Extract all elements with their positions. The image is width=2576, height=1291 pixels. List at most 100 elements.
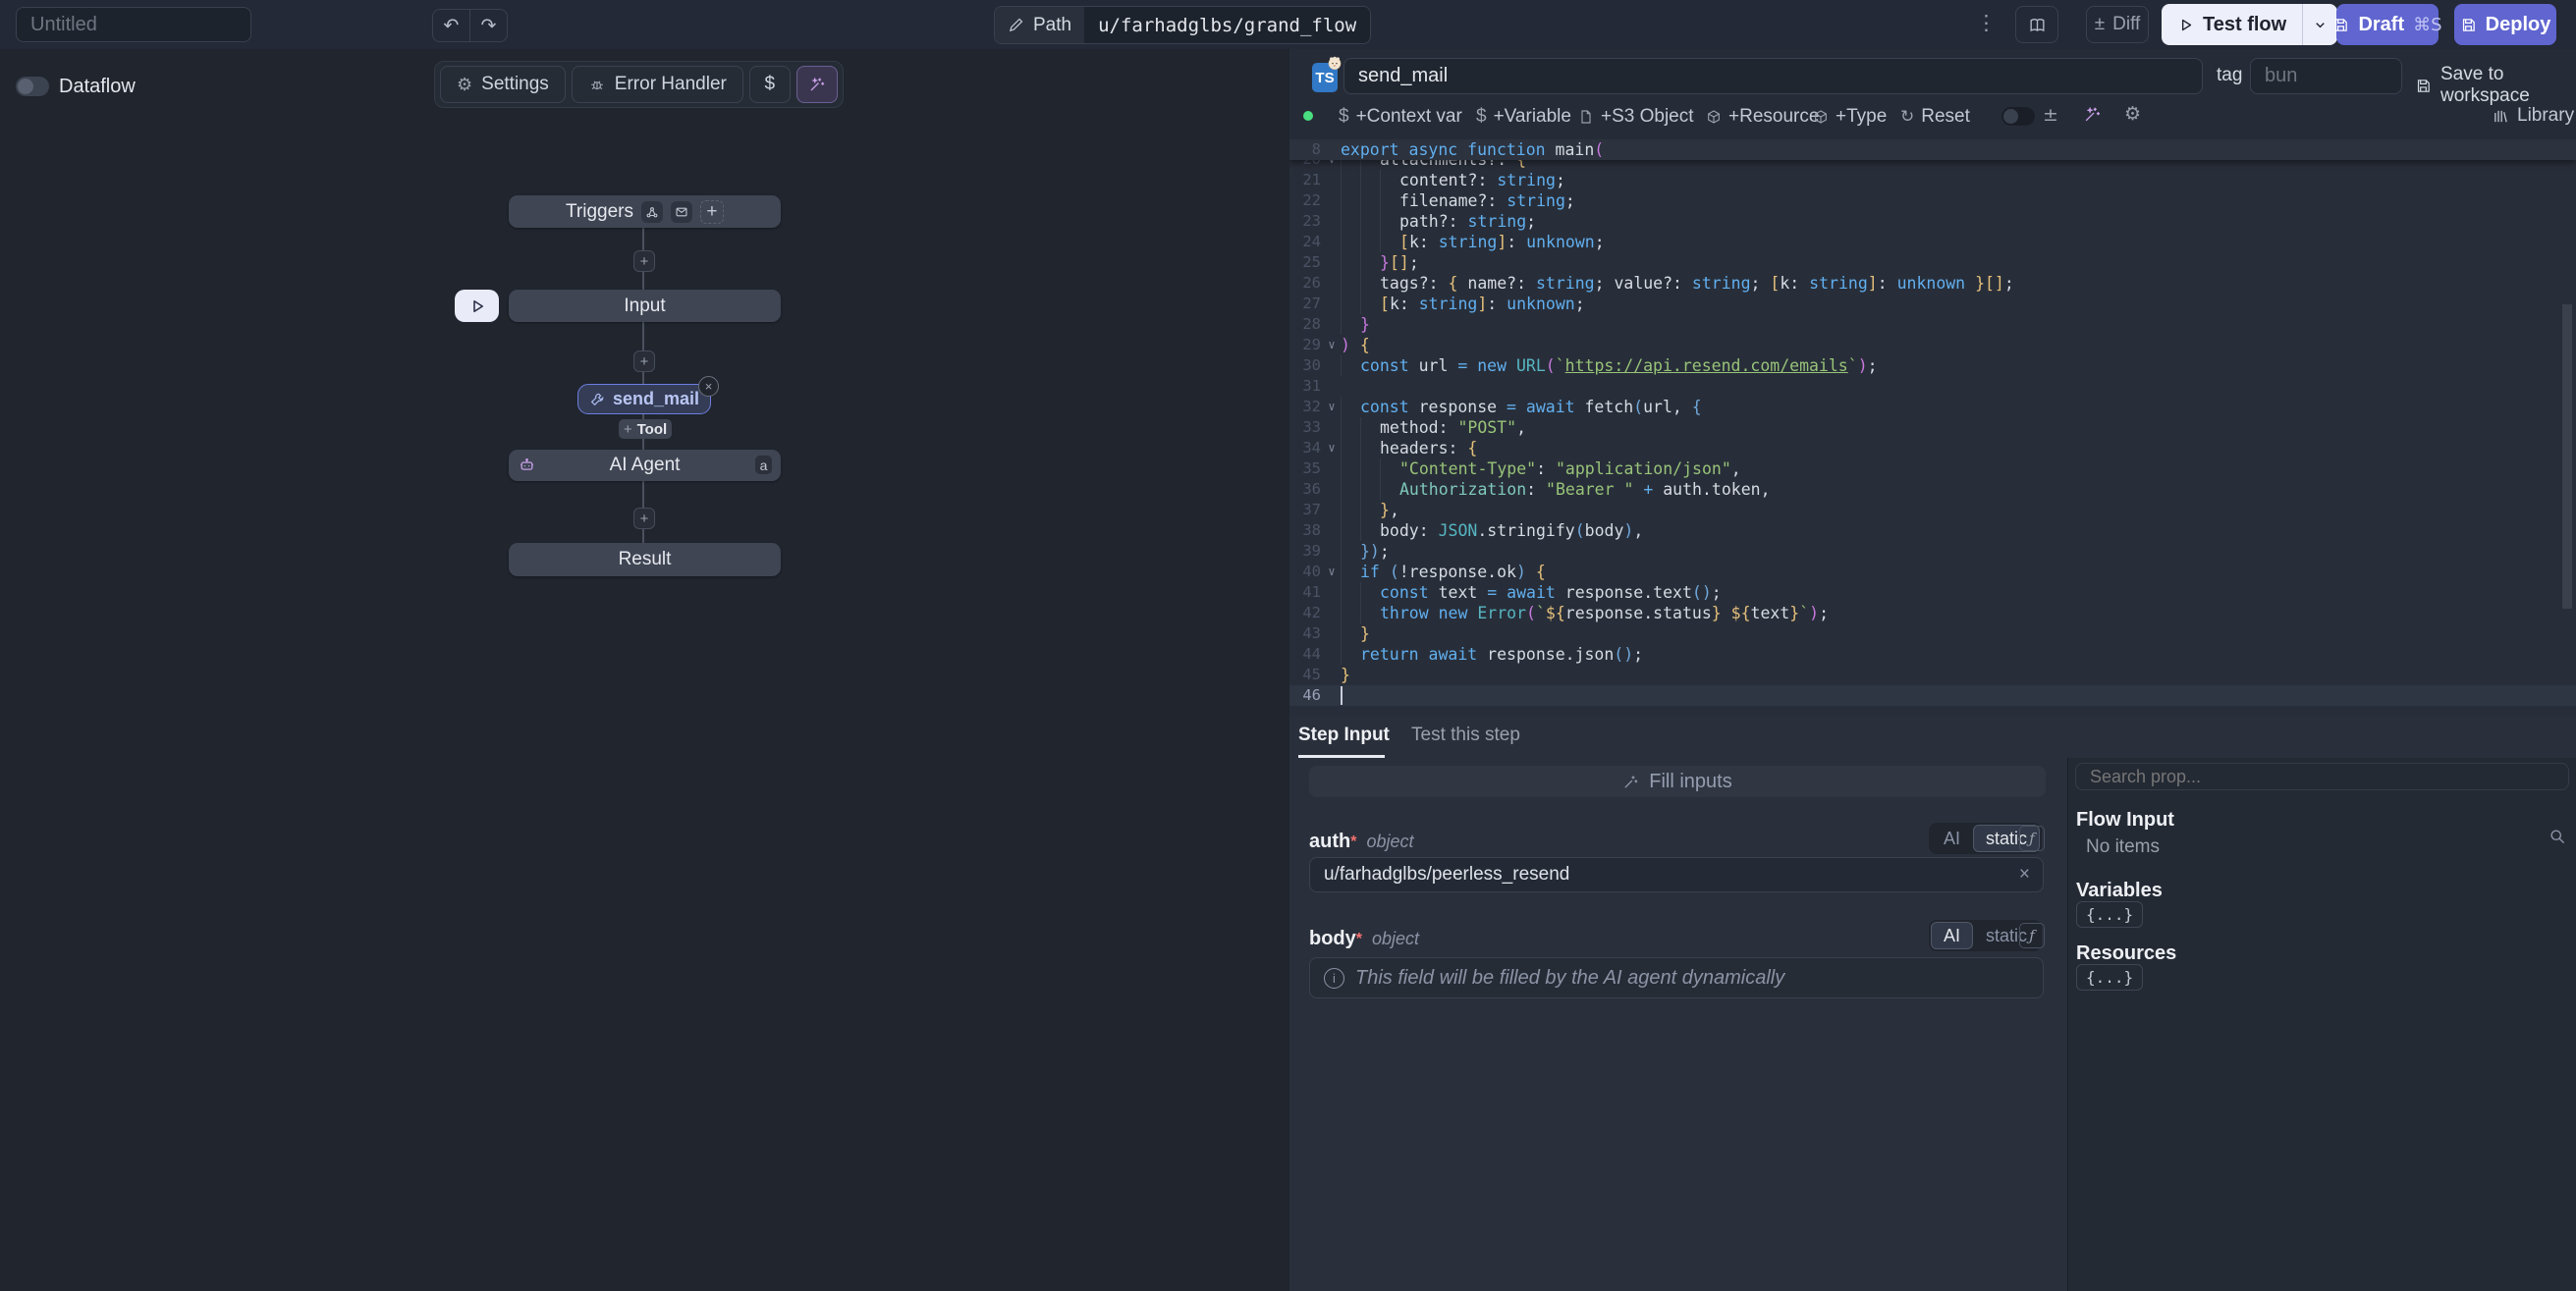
path-value: u/farhadglbs/grand_flow bbox=[1084, 7, 1370, 43]
deploy-button[interactable]: Deploy bbox=[2454, 4, 2556, 45]
insert-step-button-1[interactable]: + bbox=[633, 250, 655, 272]
ai-assistant-button[interactable] bbox=[796, 66, 838, 103]
code-line-32[interactable]: 32∨const response = await fetch(url, { bbox=[1289, 397, 2576, 417]
flow-editor-app: ↶ ↷ Path u/farhadglbs/grand_flow ⋮ ± Dif… bbox=[0, 0, 2576, 1291]
flow-canvas[interactable]: Dataflow ⚙ Settings Error Handler $ Trig… bbox=[0, 49, 1288, 1291]
code-line-27[interactable]: 27[k: string]: unknown; bbox=[1289, 294, 2576, 314]
tag-input[interactable] bbox=[2250, 58, 2402, 94]
code-line-31[interactable]: 31 bbox=[1289, 376, 2576, 397]
webhook-trigger-button[interactable] bbox=[641, 201, 663, 223]
triggers-node[interactable]: Triggers + bbox=[509, 195, 781, 228]
code-line-35[interactable]: 35"Content-Type": "application/json", bbox=[1289, 458, 2576, 479]
code-line-8[interactable]: 8export async function main( bbox=[1289, 139, 2576, 160]
code-line-37[interactable]: 37}, bbox=[1289, 500, 2576, 520]
code-line-24[interactable]: 24[k: string]: unknown; bbox=[1289, 232, 2576, 252]
code-line-23[interactable]: 23path?: string; bbox=[1289, 211, 2576, 232]
action-label: +Variable bbox=[1494, 106, 1571, 128]
insert-step-button-3[interactable]: + bbox=[633, 508, 655, 529]
line-number: 22 bbox=[1289, 190, 1321, 211]
search-prop-input[interactable] bbox=[2075, 763, 2569, 790]
docs-button[interactable] bbox=[2015, 6, 2058, 43]
wrench-icon bbox=[589, 392, 605, 407]
clear-auth-button[interactable]: × bbox=[2019, 864, 2030, 886]
add-tool-button[interactable]: + Tool bbox=[619, 419, 672, 439]
code-text: ) { bbox=[1341, 335, 1370, 355]
code-line-29[interactable]: 29∨) { bbox=[1289, 335, 2576, 355]
code-line-39[interactable]: 39}); bbox=[1289, 541, 2576, 562]
code-line-26[interactable]: 26tags?: { name?: string; value?: string… bbox=[1289, 273, 2576, 294]
code-line-25[interactable]: 25}[]; bbox=[1289, 252, 2576, 273]
auth-value-input[interactable] bbox=[1309, 857, 2044, 892]
flow-summary-input[interactable] bbox=[16, 7, 251, 42]
bottom-tab-bar: Step Input Test this step bbox=[1289, 717, 2576, 759]
body-ai-mode-button[interactable]: AI bbox=[1931, 922, 1973, 949]
variables-dollar-button[interactable]: $ bbox=[749, 66, 791, 103]
ai-fix-button[interactable] bbox=[2083, 105, 2102, 124]
undo-button[interactable]: ↶ bbox=[433, 10, 469, 41]
add-resource-button[interactable]: +Resource bbox=[1706, 106, 1819, 128]
add-type-button[interactable]: +Type bbox=[1813, 106, 1887, 128]
code-line-46[interactable]: 46 bbox=[1289, 685, 2576, 706]
more-menu-button[interactable]: ⋮ bbox=[1976, 11, 1997, 35]
path-edit[interactable]: Path bbox=[995, 7, 1084, 43]
code-line-42[interactable]: 42throw new Error(`${response.status} ${… bbox=[1289, 603, 2576, 623]
code-line-45[interactable]: 45} bbox=[1289, 665, 2576, 685]
resources-object-badge[interactable]: {...} bbox=[2076, 964, 2143, 991]
code-line-40[interactable]: 40∨if (!response.ok) { bbox=[1289, 562, 2576, 582]
library-button[interactable]: Library bbox=[2493, 105, 2574, 127]
test-flow-button[interactable]: Test flow bbox=[2162, 4, 2302, 45]
run-input-button[interactable] bbox=[455, 290, 499, 322]
code-line-30[interactable]: 30const url = new URL(`https://api.resen… bbox=[1289, 355, 2576, 376]
auth-expression-button[interactable]: ƒ bbox=[2019, 826, 2045, 851]
plus-icon: + bbox=[640, 511, 649, 527]
add-trigger-button[interactable]: + bbox=[700, 200, 724, 224]
input-node[interactable]: Input bbox=[509, 290, 781, 322]
code-line-38[interactable]: 38body: JSON.stringify(body), bbox=[1289, 520, 2576, 541]
code-line-21[interactable]: 21content?: string; bbox=[1289, 170, 2576, 190]
code-line-44[interactable]: 44return await response.json(); bbox=[1289, 644, 2576, 665]
add-variable-button[interactable]: $+Variable bbox=[1476, 106, 1571, 128]
path-box[interactable]: Path u/farhadglbs/grand_flow bbox=[994, 6, 1371, 44]
script-name-input[interactable] bbox=[1343, 58, 2203, 94]
code-line-43[interactable]: 43} bbox=[1289, 623, 2576, 644]
remove-tool-button[interactable]: × bbox=[698, 376, 719, 397]
auth-ai-mode-button[interactable]: AI bbox=[1931, 825, 1973, 852]
redo-button[interactable]: ↷ bbox=[469, 10, 507, 41]
diff-button[interactable]: ± Diff bbox=[2086, 6, 2149, 43]
code-editor[interactable]: 8export async function main(20∨attachmen… bbox=[1289, 139, 2576, 717]
variables-object-badge[interactable]: {...} bbox=[2076, 901, 2143, 928]
tab-step-input[interactable]: Step Input bbox=[1298, 725, 1390, 758]
code-line-34[interactable]: 34∨headers: { bbox=[1289, 438, 2576, 458]
code-line-28[interactable]: 28} bbox=[1289, 314, 2576, 335]
reset-code-button[interactable]: ↻ Reset bbox=[1900, 106, 1970, 128]
fill-inputs-button[interactable]: Fill inputs bbox=[1309, 766, 2046, 797]
flow-settings-button[interactable]: ⚙ Settings bbox=[440, 66, 566, 103]
insert-step-button-2[interactable]: + bbox=[633, 350, 655, 372]
add-s3-object-button[interactable]: +S3 Object bbox=[1578, 106, 1694, 128]
save-to-workspace-button[interactable]: Save to workspace bbox=[2415, 64, 2576, 107]
ai-agent-label: AI Agent bbox=[610, 455, 681, 476]
draft-button[interactable]: Draft ⌘S bbox=[2336, 4, 2439, 45]
fold-chevron-icon[interactable]: ∨ bbox=[1325, 397, 1339, 417]
editor-scrollbar-thumb[interactable] bbox=[2562, 304, 2572, 609]
code-line-36[interactable]: 36Authorization: "Bearer " + auth.token, bbox=[1289, 479, 2576, 500]
body-expression-button[interactable]: ƒ bbox=[2019, 923, 2045, 948]
assistant-toggle[interactable] bbox=[2001, 107, 2035, 126]
tab-test-this-step[interactable]: Test this step bbox=[1411, 725, 1520, 758]
fold-chevron-icon[interactable]: ∨ bbox=[1325, 438, 1339, 458]
ai-agent-node[interactable]: AI Agent a bbox=[509, 450, 781, 481]
result-node[interactable]: Result bbox=[509, 543, 781, 576]
code-line-22[interactable]: 22filename?: string; bbox=[1289, 190, 2576, 211]
dataflow-toggle[interactable] bbox=[16, 77, 49, 96]
diff-mode-button[interactable]: ± bbox=[2043, 104, 2058, 126]
add-context-var-button[interactable]: $+Context var bbox=[1339, 106, 1462, 128]
send-mail-tool-node[interactable]: send_mail bbox=[577, 384, 711, 414]
code-line-41[interactable]: 41const text = await response.text(); bbox=[1289, 582, 2576, 603]
search-icon[interactable] bbox=[2548, 827, 2567, 846]
error-handler-button[interactable]: Error Handler bbox=[572, 66, 743, 103]
email-trigger-button[interactable] bbox=[671, 201, 692, 223]
fold-chevron-icon[interactable]: ∨ bbox=[1325, 335, 1339, 355]
editor-settings-button[interactable]: ⚙ bbox=[2124, 103, 2141, 125]
fold-chevron-icon[interactable]: ∨ bbox=[1325, 562, 1339, 582]
code-line-33[interactable]: 33method: "POST", bbox=[1289, 417, 2576, 438]
